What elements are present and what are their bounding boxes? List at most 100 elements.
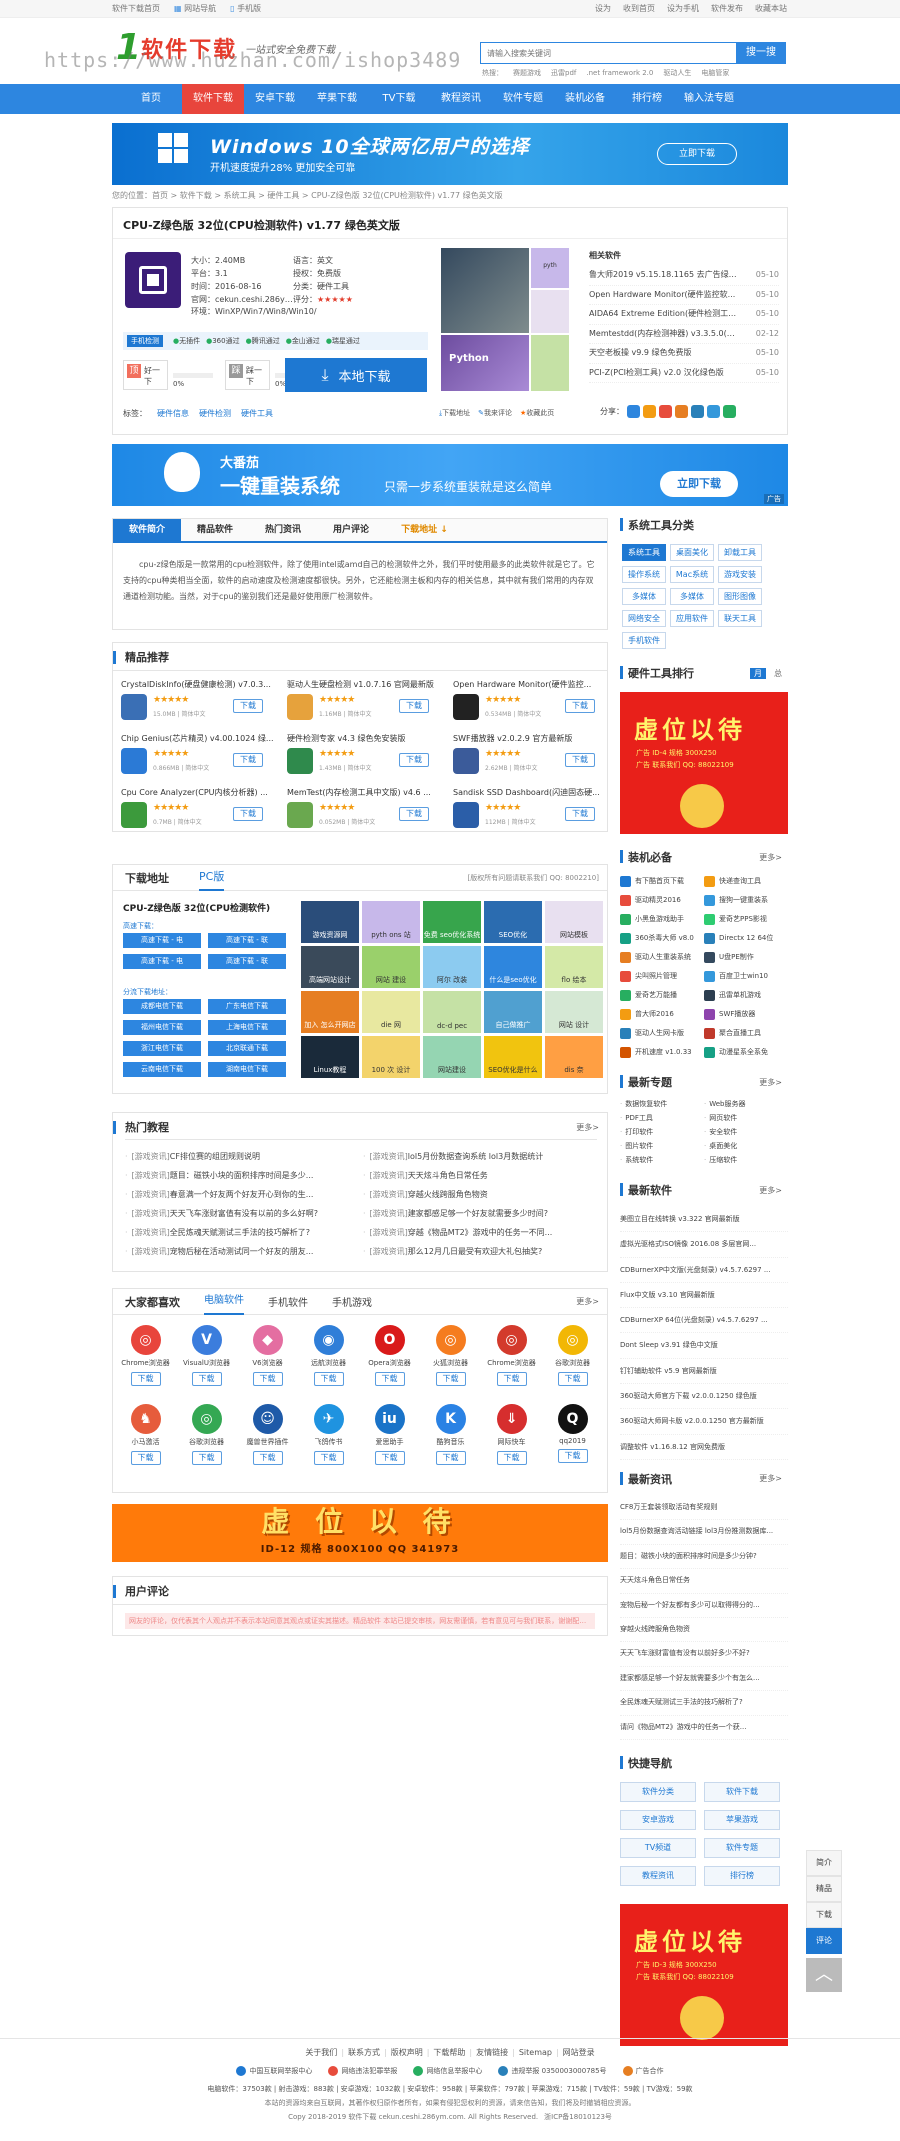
share-qq-icon[interactable] bbox=[691, 405, 704, 418]
app-icon[interactable]: ◉ bbox=[313, 1325, 344, 1355]
tutorial-item[interactable]: · [游戏资讯] 天天炫斗角色日常任务 bbox=[363, 1168, 593, 1182]
related-item[interactable]: 天空老板操 v9.9 绿色免费版 05-10 bbox=[589, 344, 779, 364]
search-input[interactable] bbox=[480, 42, 736, 64]
tag-link[interactable]: 硬件检测 bbox=[199, 408, 231, 419]
download-button[interactable]: 下载 bbox=[233, 753, 263, 767]
must-have-item[interactable]: 迅雷单机游戏 bbox=[704, 988, 788, 1002]
download-button[interactable]: 下载 bbox=[565, 699, 595, 713]
win10-banner[interactable]: Windows 10全球两亿用户的选择 开机速度提升28% 更加安全可靠 立即下… bbox=[112, 123, 788, 185]
new-software-item[interactable]: CDBurnerXP中文版(光盘刻录) v4.5.7.6297 ... bbox=[620, 1258, 788, 1283]
app-name[interactable]: qq2019 bbox=[542, 1437, 603, 1445]
nav-item[interactable]: 装机必备 bbox=[554, 84, 616, 114]
footer-badge[interactable]: 中国互联网举报中心 bbox=[236, 2066, 312, 2076]
download-button[interactable]: 下载 bbox=[435, 1372, 466, 1386]
favorite-link[interactable]: ★收藏此页 bbox=[520, 408, 554, 418]
home-link[interactable]: 软件下载首页 bbox=[112, 3, 160, 14]
app-name[interactable]: VisualU浏览器 bbox=[176, 1358, 237, 1368]
fast-download-button[interactable]: 高速下载 - 电 bbox=[123, 954, 201, 969]
ad-tile[interactable]: 免费 seo优化系统 bbox=[423, 901, 481, 943]
download-button[interactable]: 下载 bbox=[313, 1372, 344, 1386]
mirror-download-button[interactable]: 上海电信下载 bbox=[208, 1020, 286, 1035]
new-info-item[interactable]: lol5月份数据查询活动链接 lol3月份推测数据库... bbox=[620, 1520, 788, 1545]
featured-item-name[interactable]: 驱动人生硬盘检测 v1.0.7.16 官网最新版 bbox=[287, 679, 443, 690]
tutorial-item[interactable]: · [游戏资讯] 那么12月几日最受有欢迎大礼包抽奖? bbox=[363, 1244, 593, 1258]
tutorial-item[interactable]: · [游戏资讯] 题目：磁铁小块的面积排序时间是多少... bbox=[125, 1168, 355, 1182]
app-icon[interactable]: Q bbox=[557, 1404, 588, 1434]
footer-badge[interactable]: 网络信息举报中心 bbox=[413, 2066, 482, 2076]
must-have-item[interactable]: 曾大师2016 bbox=[620, 1007, 704, 1021]
mirror-download-button[interactable]: 北京联通下载 bbox=[208, 1041, 286, 1056]
must-have-item[interactable]: 百度卫士win10 bbox=[704, 969, 788, 983]
ad-tile[interactable]: 高端网站设计 bbox=[301, 946, 359, 988]
mobile-link[interactable]: ▯ 手机版 bbox=[230, 3, 261, 14]
intro-tab[interactable]: 精品软件 bbox=[181, 519, 249, 541]
must-have-item[interactable]: 动漫星系全系免 bbox=[704, 1045, 788, 1059]
featured-item-name[interactable]: 硬件检测专家 v4.3 绿色免安装版 bbox=[287, 733, 443, 744]
new-software-item[interactable]: 虚拟光驱格式ISO镜像 2016.08 多层官网... bbox=[620, 1232, 788, 1258]
share-renren-icon[interactable] bbox=[707, 405, 720, 418]
local-download-button[interactable]: ⤓ 本地下载 bbox=[285, 358, 427, 392]
download-button[interactable]: 下载 bbox=[130, 1372, 161, 1386]
tab-download-address[interactable]: 下载地址 bbox=[125, 870, 169, 886]
related-item[interactable]: Open Hardware Monitor(硬件监控软... 05-10 bbox=[589, 286, 779, 305]
new-software-item[interactable]: 美图立目在线转换 v3.322 官网最新版 bbox=[620, 1207, 788, 1233]
fast-download-button[interactable]: 高速下载 - 联 bbox=[208, 933, 286, 948]
tutorial-item[interactable]: · [游戏资讯] 全民炼魂天赋测试三手法的技巧解析了? bbox=[125, 1225, 355, 1239]
topic-item[interactable]: · 压缩软件 bbox=[704, 1155, 788, 1165]
featured-item-name[interactable]: Cpu Core Analyzer(CPU内核分析器) ... bbox=[121, 787, 277, 798]
fast-download-button[interactable]: 高速下载 - 联 bbox=[208, 954, 286, 969]
footer-badge[interactable]: 广告合作 bbox=[622, 2066, 664, 2076]
must-have-item[interactable]: 爱奇艺万能播 bbox=[620, 988, 704, 1002]
must-have-item[interactable]: U盘PE制作 bbox=[704, 950, 788, 964]
intro-tab[interactable]: 下载地址 ↓ bbox=[385, 519, 464, 541]
footer-link[interactable]: 友情链接 bbox=[476, 2047, 508, 2058]
app-icon[interactable]: ✈ bbox=[313, 1404, 344, 1434]
share-weibo-icon[interactable] bbox=[659, 405, 672, 418]
featured-item-name[interactable]: SWF播放器 v2.0.2.9 官方最新版 bbox=[453, 733, 609, 744]
ad-tile[interactable]: 自己做推广 bbox=[484, 991, 542, 1033]
footer-badge[interactable]: 网络违法犯罪举报 bbox=[328, 2066, 397, 2076]
download-button[interactable]: 下载 bbox=[399, 753, 429, 767]
tutorial-item[interactable]: · [游戏资讯] 宠物后秘在活动测试同一个好友的朋友... bbox=[125, 1244, 355, 1258]
must-have-item[interactable]: 驱动人生重装系统 bbox=[620, 950, 704, 964]
topic-item[interactable]: · 数据恢复软件 bbox=[620, 1099, 704, 1109]
category-tag[interactable]: 游戏安装 bbox=[718, 566, 762, 583]
category-tag[interactable]: 网络安全 bbox=[622, 610, 666, 627]
top-link[interactable]: 设为 bbox=[595, 3, 611, 14]
topic-item[interactable]: · 图片软件 bbox=[620, 1141, 704, 1151]
share-rss-icon[interactable] bbox=[675, 405, 688, 418]
mirror-download-button[interactable]: 浙江电信下载 bbox=[123, 1041, 201, 1056]
good-vote[interactable]: 顶 好一下 bbox=[123, 360, 168, 390]
tutorial-item[interactable]: · [游戏资讯] CF排位赛的组团规则说明 bbox=[125, 1149, 355, 1163]
hot-search-link[interactable]: 驱动人生 bbox=[663, 68, 691, 78]
new-info-item[interactable]: 建家都感足够一个好友就需要多少个有怎么... bbox=[620, 1667, 788, 1692]
app-name[interactable]: 飞鸽传书 bbox=[298, 1437, 359, 1447]
tab-month[interactable]: 月 bbox=[750, 667, 766, 679]
nav-item[interactable]: 安卓下载 bbox=[244, 84, 306, 114]
app-name[interactable]: V6浏览器 bbox=[237, 1358, 298, 1368]
ad-tile[interactable]: 网站模板 bbox=[545, 901, 603, 943]
topic-item[interactable]: · PDF工具 bbox=[620, 1113, 704, 1123]
banner-download-button[interactable]: 立即下载 bbox=[657, 143, 737, 165]
new-info-item[interactable]: 宠物后秘一个好友都有多少可以取得得分的... bbox=[620, 1594, 788, 1618]
download-button[interactable]: 下载 bbox=[252, 1372, 283, 1386]
search-button[interactable]: 搜一搜 bbox=[736, 42, 786, 64]
ad-tile[interactable]: die 网 bbox=[362, 991, 420, 1033]
footer-link[interactable]: 版权声明 bbox=[391, 2047, 423, 2058]
topic-item[interactable]: · 安全软件 bbox=[704, 1127, 788, 1137]
category-tag[interactable]: 系统工具 bbox=[622, 544, 666, 561]
more-link[interactable]: 更多> bbox=[759, 1473, 782, 1484]
must-have-item[interactable]: 开机速度 v1.0.33 bbox=[620, 1045, 704, 1059]
category-tag[interactable]: 多媒体 bbox=[622, 588, 666, 605]
ad-tile[interactable]: SEO优化是什么 bbox=[484, 1036, 542, 1078]
category-tag[interactable]: 桌面美化 bbox=[670, 544, 714, 561]
comment-link[interactable]: ✎我来评论 bbox=[478, 408, 512, 418]
more-link[interactable]: 更多> bbox=[759, 1077, 782, 1088]
topic-item[interactable]: · 桌面美化 bbox=[704, 1141, 788, 1151]
ad-tile[interactable]: flo 绘本 bbox=[545, 946, 603, 988]
intro-tab[interactable]: 软件简介 bbox=[113, 519, 182, 541]
download-button[interactable]: 下载 bbox=[399, 807, 429, 821]
tutorial-item[interactable]: · [游戏资讯] 天天飞车涨财富值有没有以前的多么好啊? bbox=[125, 1206, 355, 1220]
featured-item-name[interactable]: Open Hardware Monitor(硬件监控... bbox=[453, 679, 609, 690]
quick-nav-button[interactable]: 教程资讯 bbox=[620, 1866, 696, 1887]
